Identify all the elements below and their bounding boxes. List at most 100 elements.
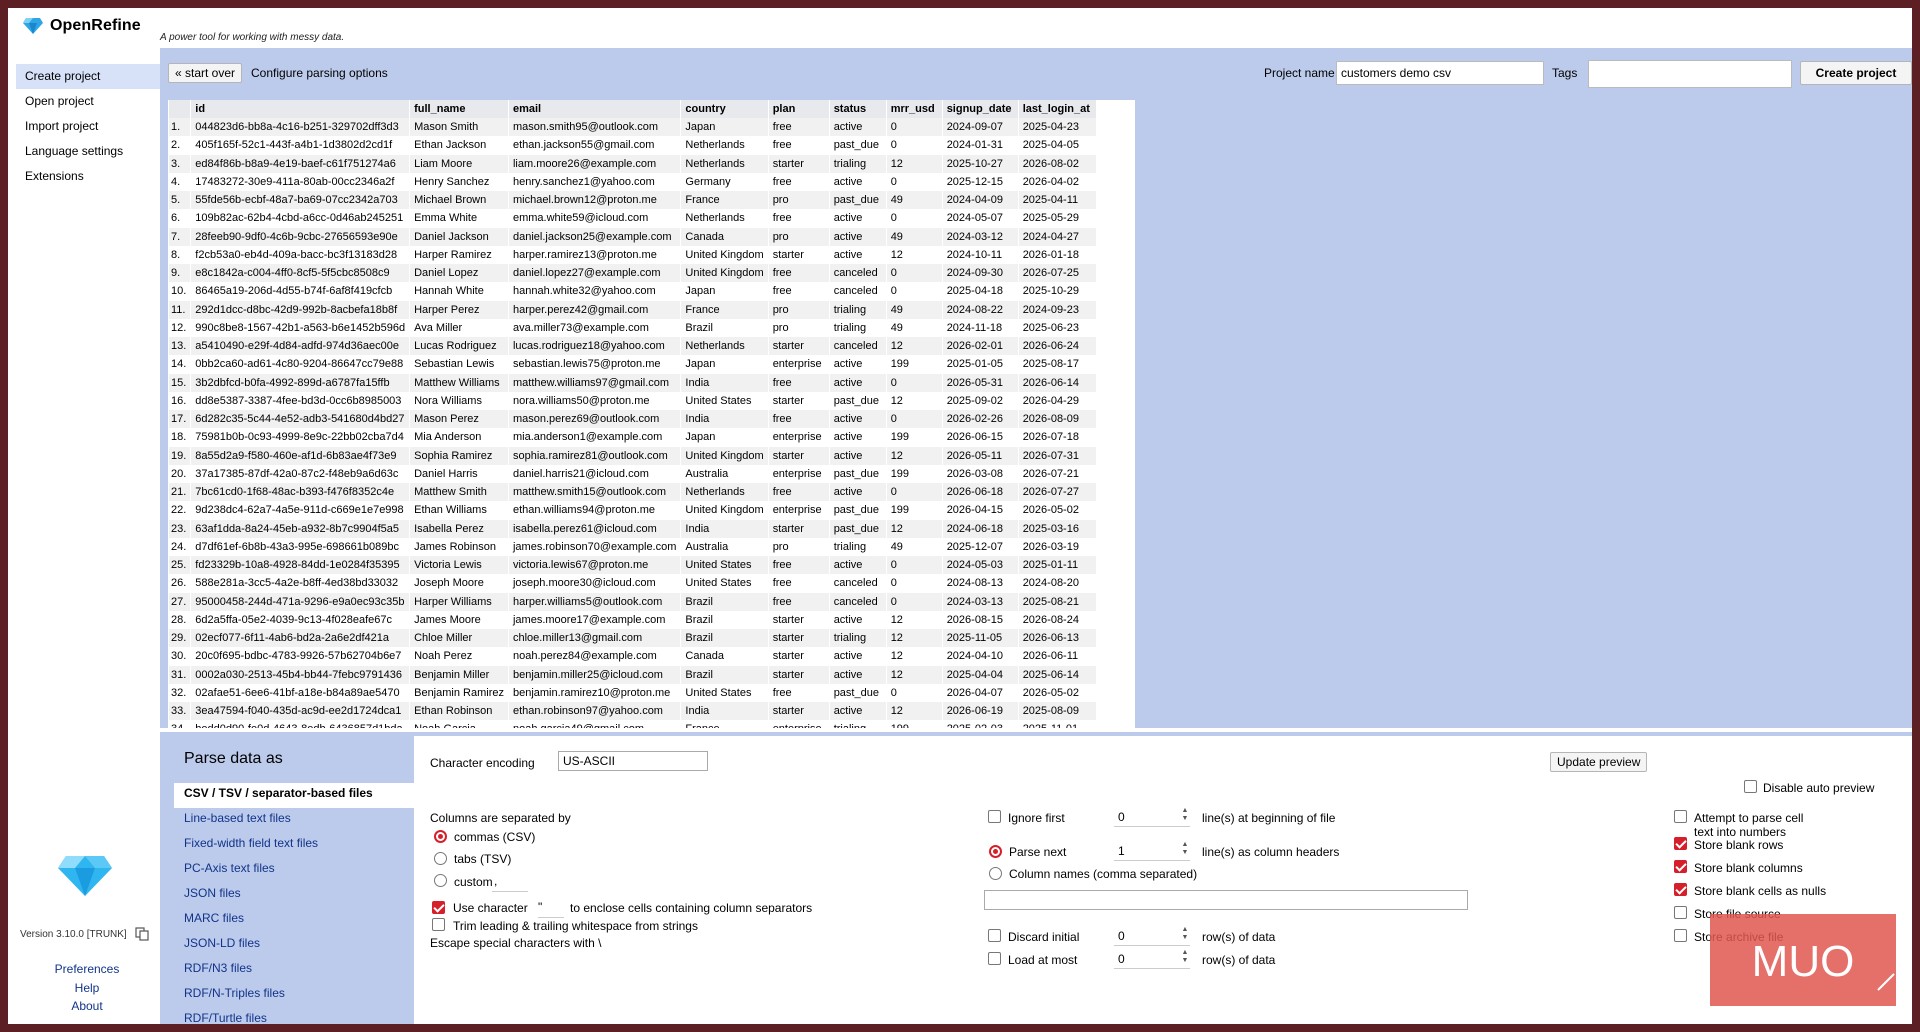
table-cell: 0 bbox=[885, 410, 943, 429]
table-cell: Ava Miller bbox=[409, 318, 509, 337]
parse-next-stepper[interactable]: 1 ▲ ▼ bbox=[1114, 841, 1190, 861]
disable-auto-preview-checkbox[interactable] bbox=[1744, 780, 1757, 793]
table-cell: 2026-02-26 bbox=[941, 410, 1019, 429]
row-number-cell: 25. bbox=[168, 556, 191, 575]
separator-commas-radio[interactable] bbox=[434, 830, 447, 843]
parse-next-radio[interactable] bbox=[989, 845, 1002, 858]
table-cell: free bbox=[767, 373, 830, 392]
attempt-parse-numbers-checkbox[interactable] bbox=[1674, 810, 1687, 823]
format-rdf-ntriples[interactable]: RDF/N-Triples files bbox=[174, 983, 414, 1008]
format-pc-axis[interactable]: PC-Axis text files bbox=[174, 858, 414, 883]
update-preview-button[interactable]: Update preview bbox=[1550, 752, 1648, 772]
table-cell: 2026-06-18 bbox=[941, 483, 1019, 502]
ignore-first-stepper[interactable]: 0 ▲ ▼ bbox=[1114, 807, 1190, 827]
table-cell: 588e281a-3cc5-4a2e-b8ff-4ed38bd33032 bbox=[190, 574, 410, 593]
table-cell: past_due bbox=[828, 464, 887, 483]
column-header-mrr-usd[interactable]: mrr_usd bbox=[885, 100, 943, 118]
custom-separator-input[interactable]: , bbox=[492, 874, 528, 892]
nav-open-project[interactable]: Open project bbox=[16, 89, 164, 114]
load-at-most-stepper[interactable]: 0 ▲ ▼ bbox=[1114, 949, 1190, 969]
table-cell: harper.williams5@outlook.com bbox=[507, 592, 681, 611]
create-project-button[interactable]: Create project » bbox=[1800, 61, 1912, 102]
separator-tabs-radio[interactable] bbox=[434, 852, 447, 865]
column-header-last-login-at[interactable]: last_login_at bbox=[1017, 100, 1097, 118]
table-cell: starter bbox=[767, 154, 830, 173]
store-archive-file-checkbox[interactable] bbox=[1674, 929, 1687, 942]
copy-icon[interactable] bbox=[135, 927, 149, 941]
project-name-input[interactable] bbox=[1336, 61, 1544, 85]
format-marc[interactable]: MARC files bbox=[174, 908, 414, 933]
table-cell: 2026-01-18 bbox=[1017, 245, 1097, 264]
store-blank-nulls-checkbox[interactable] bbox=[1674, 883, 1687, 896]
format-rdf-n3[interactable]: RDF/N3 files bbox=[174, 958, 414, 983]
table-cell: james.moore17@example.com bbox=[507, 610, 681, 629]
table-cell: India bbox=[680, 519, 769, 538]
table-cell: past_due bbox=[828, 519, 887, 538]
table-row: 7. 28feeb90-9df0-4c6b-9cbc-27656593e90e Da… bbox=[168, 227, 1097, 246]
help-link[interactable]: Help bbox=[8, 979, 166, 998]
nav-extensions[interactable]: Extensions bbox=[16, 164, 164, 189]
format-csv-tsv[interactable]: CSV / TSV / separator-based files bbox=[174, 783, 414, 808]
store-blank-columns-checkbox[interactable] bbox=[1674, 860, 1687, 873]
store-blank-rows-checkbox[interactable] bbox=[1674, 837, 1687, 850]
ignore-first-checkbox[interactable] bbox=[988, 810, 1001, 823]
table-cell: Chloe Miller bbox=[409, 629, 509, 648]
start-over-button[interactable]: « start over bbox=[168, 63, 243, 83]
table-cell: Joseph Moore bbox=[409, 574, 509, 593]
row-number-cell: 11. bbox=[168, 300, 191, 319]
column-header-full-name[interactable]: full_name bbox=[409, 100, 509, 118]
column-header-signup-date[interactable]: signup_date bbox=[941, 100, 1019, 118]
table-cell: 12 bbox=[885, 647, 943, 666]
store-file-source-checkbox[interactable] bbox=[1674, 906, 1687, 919]
load-at-most-checkbox[interactable] bbox=[988, 952, 1001, 965]
table-cell: canceled bbox=[828, 337, 887, 356]
format-json-ld[interactable]: JSON-LD files bbox=[174, 933, 414, 958]
logo[interactable]: OpenRefine bbox=[22, 17, 141, 35]
format-rdf-turtle[interactable]: RDF/Turtle files bbox=[174, 1008, 414, 1024]
column-header-status[interactable]: status bbox=[828, 100, 887, 118]
row-number-cell: 31. bbox=[168, 665, 191, 684]
format-json[interactable]: JSON files bbox=[174, 883, 414, 908]
trim-whitespace-checkbox[interactable] bbox=[432, 918, 445, 931]
format-line-based[interactable]: Line-based text files bbox=[174, 808, 414, 833]
column-names-radio[interactable] bbox=[989, 867, 1002, 880]
preview-table-container[interactable]: id full_name email country plan status mrr_usd… bbox=[168, 100, 1135, 728]
table-cell: 2025-04-23 bbox=[1017, 118, 1097, 137]
format-fixed-width[interactable]: Fixed-width field text files bbox=[174, 833, 414, 858]
nav-import-project[interactable]: Import project bbox=[16, 114, 164, 139]
table-cell: Japan bbox=[680, 282, 769, 301]
about-link[interactable]: About bbox=[8, 997, 166, 1016]
table-cell: enterprise bbox=[767, 355, 830, 374]
table-cell: 0 bbox=[885, 282, 943, 301]
table-row: 12. 990c8be8-1567-42b1-a563-b6e1452b596d A… bbox=[168, 318, 1097, 337]
stepper-arrows-icon[interactable]: ▲ ▼ bbox=[1180, 926, 1190, 944]
parse-next-label: Parse next bbox=[1009, 845, 1067, 859]
row-number-cell: 13. bbox=[168, 337, 191, 356]
row-number-cell: 15. bbox=[168, 373, 191, 392]
stepper-arrows-icon[interactable]: ▲ ▼ bbox=[1180, 841, 1190, 859]
preferences-link[interactable]: Preferences bbox=[8, 960, 166, 979]
quote-character-input[interactable]: " bbox=[538, 900, 564, 918]
use-quote-character-checkbox[interactable] bbox=[432, 901, 445, 914]
character-encoding-input[interactable] bbox=[558, 751, 708, 771]
column-header-id[interactable]: id bbox=[190, 100, 410, 118]
stepper-arrows-icon[interactable]: ▲ ▼ bbox=[1180, 807, 1190, 825]
discard-initial-checkbox[interactable] bbox=[988, 929, 1001, 942]
column-header-plan[interactable]: plan bbox=[767, 100, 830, 118]
column-header-email[interactable]: email bbox=[507, 100, 681, 118]
tags-input[interactable] bbox=[1588, 60, 1792, 88]
row-number-cell: 29. bbox=[168, 629, 191, 648]
separator-custom-radio[interactable] bbox=[434, 874, 447, 887]
stepper-arrows-icon[interactable]: ▲ ▼ bbox=[1180, 949, 1190, 967]
nav-language-settings[interactable]: Language settings bbox=[16, 139, 164, 164]
nav-create-project[interactable]: Create project bbox=[16, 64, 164, 89]
table-cell: 2026-07-27 bbox=[1017, 483, 1097, 502]
table-row: 16. dd8e5387-3387-4fee-bd3d-0cc6b8985003 N… bbox=[168, 391, 1097, 410]
discard-initial-stepper[interactable]: 0 ▲ ▼ bbox=[1114, 926, 1190, 946]
column-header-country[interactable]: country bbox=[680, 100, 769, 118]
table-cell: james.robinson70@example.com bbox=[507, 537, 681, 556]
column-names-input[interactable] bbox=[984, 890, 1468, 910]
table-cell: free bbox=[767, 264, 830, 283]
table-cell: 2024-01-31 bbox=[941, 136, 1019, 155]
table-cell: fd23329b-10a8-4928-84dd-1e0284f35395 bbox=[190, 556, 410, 575]
